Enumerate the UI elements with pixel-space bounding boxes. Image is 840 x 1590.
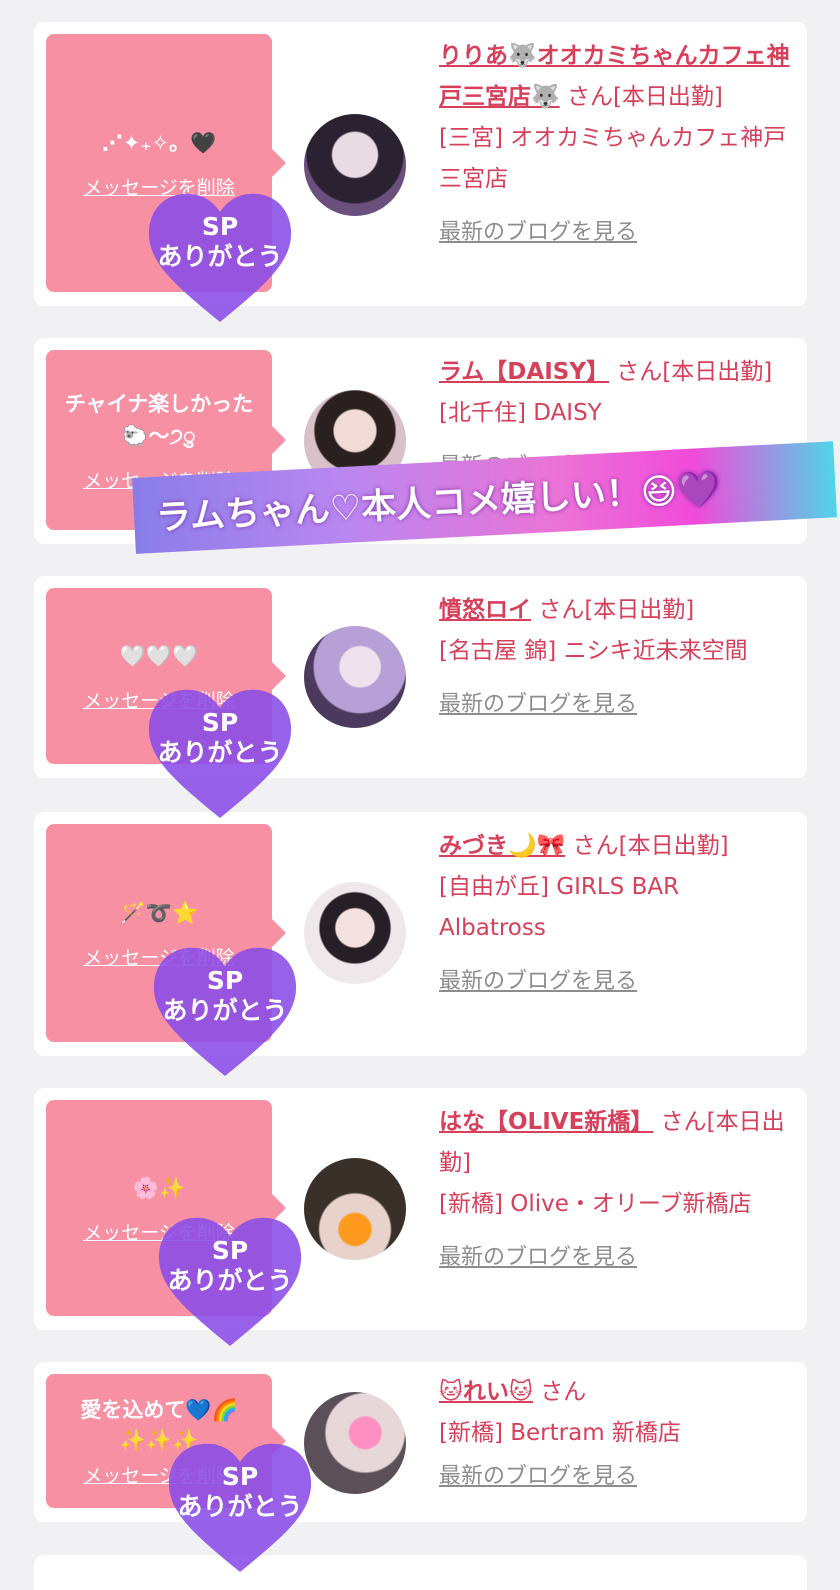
latest-blog-link[interactable]: 最新のブログを見る <box>439 684 791 725</box>
san-status: さん[本日出勤] <box>538 597 695 623</box>
sticker-line1: SP <box>206 966 244 995</box>
latest-blog-link[interactable]: 最新のブログを見る <box>439 212 791 253</box>
sp-thanks-heart-sticker: SP ありがとう <box>165 1440 315 1574</box>
avatar[interactable] <box>304 882 406 984</box>
sticker-line2: ありがとう <box>167 1266 293 1295</box>
sp-thanks-heart-sticker: SP ありがとう <box>145 686 295 820</box>
avatar[interactable] <box>304 626 406 728</box>
cast-name-link[interactable]: みづき🌙🎀 <box>439 833 565 859</box>
sticker-line1: SP <box>201 708 239 737</box>
sticker-line2: ありがとう <box>157 738 283 767</box>
shop-info: [三宮] オオカミちゃんカフェ神戸三宮店 <box>439 125 787 192</box>
message-text: ⋰✦₊✧。🖤 <box>101 130 217 155</box>
sticker-line1: SP <box>221 1462 259 1491</box>
sp-thanks-heart-sticker: SP ありがとう <box>150 944 300 1078</box>
sp-thanks-heart-sticker: SP ありがとう <box>155 1214 305 1348</box>
san-status: さん[本日出勤] <box>572 833 729 859</box>
sticker-line2: ありがとう <box>177 1492 303 1521</box>
shop-info: [北千住] DAISY <box>439 400 602 426</box>
latest-blog-link[interactable]: 最新のブログを見る <box>439 961 791 1002</box>
san-status: さん[本日出勤] <box>616 359 773 385</box>
avatar[interactable] <box>304 1158 406 1260</box>
avatar[interactable] <box>304 114 406 216</box>
san-status: さん <box>540 1379 587 1405</box>
latest-blog-link[interactable]: 最新のブログを見る <box>439 1456 791 1497</box>
sticker-line2: ありがとう <box>157 242 283 271</box>
sticker-line1: SP <box>201 212 239 241</box>
latest-blog-link[interactable]: 最新のブログを見る <box>439 1237 791 1278</box>
message-text: チャイナ楽しかった🐑〜੭ु <box>64 391 254 448</box>
cast-name-link[interactable]: 🐱れい🐱 <box>439 1379 533 1405</box>
cast-name-link[interactable]: はな【OLIVE新橋】 <box>439 1109 653 1135</box>
message-text: 🌸✨ <box>132 1175 186 1200</box>
message-card: 🌸✨ メッセージを削除 はな【OLIVE新橋】 さん[本日出勤] [新橋] Ol… <box>34 1088 807 1330</box>
message-card <box>34 1555 807 1590</box>
avatar[interactable] <box>304 1392 406 1494</box>
shop-info: [新橋] Olive・オリーブ新橋店 <box>439 1191 752 1217</box>
sticker-line1: SP <box>211 1236 249 1265</box>
shop-info: [新橋] Bertram 新橋店 <box>439 1420 681 1446</box>
sp-thanks-heart-sticker: SP ありがとう <box>145 190 295 324</box>
shop-info: [名古屋 錦] ニシキ近未来空間 <box>439 638 748 664</box>
message-card: 愛を込めて💙🌈✨✨✨ メッセージを削除 🐱れい🐱 さん [新橋] Bertram… <box>34 1362 807 1522</box>
message-text: 🪄➰⭐ <box>119 900 199 925</box>
shop-info: [自由が丘] GIRLS BAR Albatross <box>439 874 680 941</box>
message-text: 🤍🤍🤍 <box>119 643 199 668</box>
cast-name-link[interactable]: ラム【DAISY】 <box>439 359 609 385</box>
san-status: さん[本日出勤] <box>566 84 723 110</box>
sticker-line2: ありがとう <box>162 996 288 1025</box>
cast-name-link[interactable]: 憤怒ロイ <box>439 597 531 623</box>
